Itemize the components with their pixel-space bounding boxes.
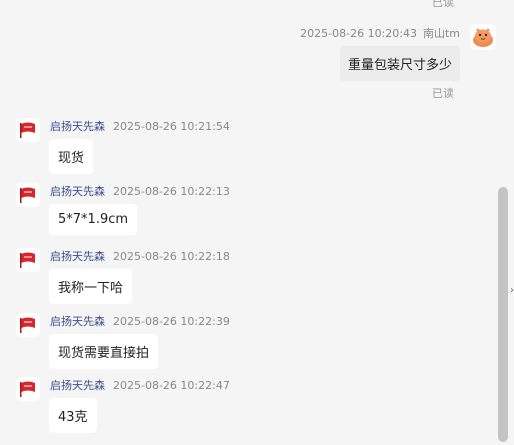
red-flag-logo-icon[interactable] bbox=[16, 118, 40, 142]
sender-name[interactable]: 启扬天先森 bbox=[50, 379, 105, 392]
sender-name[interactable]: 启扬天先森 bbox=[50, 315, 105, 328]
sender-name[interactable]: 启扬天先森 bbox=[50, 250, 105, 263]
red-flag-logo-icon[interactable] bbox=[16, 377, 40, 401]
outgoing-timestamp: 2025-08-26 10:20:43 bbox=[300, 27, 417, 40]
incoming-message-bubble[interactable]: 现货需要直接拍 bbox=[49, 334, 159, 369]
red-flag-logo-icon[interactable] bbox=[16, 313, 40, 337]
incoming-message-bubble[interactable]: 现货 bbox=[49, 139, 94, 174]
incoming-message-bubble[interactable]: 5*7*1.9cm bbox=[49, 204, 138, 235]
red-flag-logo-icon[interactable] bbox=[16, 248, 40, 272]
scrollbar[interactable] bbox=[498, 0, 508, 445]
incoming-message: 启扬天先森 2025-08-26 10:22:39 现货需要直接拍 bbox=[16, 313, 486, 373]
incoming-message-bubble[interactable]: 43克 bbox=[49, 398, 97, 433]
outgoing-meta: 2025-08-26 10:20:43 南山tm bbox=[300, 25, 460, 41]
incoming-message-bubble[interactable]: 我称一下哈 bbox=[49, 269, 133, 304]
incoming-message: 启扬天先森 2025-08-26 10:21:54 现货 bbox=[16, 118, 486, 178]
message-meta: 启扬天先森 2025-08-26 10:22:18 bbox=[50, 248, 230, 264]
message-timestamp: 2025-08-26 10:22:39 bbox=[113, 315, 230, 328]
incoming-message: 启扬天先森 2025-08-26 10:22:13 5*7*1.9cm bbox=[16, 183, 486, 243]
sender-name[interactable]: 启扬天先森 bbox=[50, 185, 105, 198]
message-meta: 启扬天先森 2025-08-26 10:22:13 bbox=[50, 183, 230, 199]
outgoing-sender: 南山tm bbox=[422, 27, 460, 40]
message-meta: 启扬天先森 2025-08-26 10:22:39 bbox=[50, 313, 230, 329]
red-flag-logo-icon[interactable] bbox=[16, 183, 40, 207]
scrollbar-thumb[interactable] bbox=[498, 187, 508, 442]
message-timestamp: 2025-08-26 10:22:18 bbox=[113, 250, 230, 263]
chevron-right-icon[interactable]: › bbox=[510, 285, 514, 296]
incoming-message: 启扬天先森 2025-08-26 10:22:47 43克 bbox=[16, 377, 486, 437]
message-meta: 启扬天先森 2025-08-26 10:21:54 bbox=[50, 118, 230, 134]
read-status-partial: 已读 bbox=[432, 0, 454, 9]
outgoing-message-bubble[interactable]: 重量包装尺寸多少 bbox=[339, 46, 460, 81]
read-status: 已读 bbox=[432, 87, 454, 100]
sender-name[interactable]: 启扬天先森 bbox=[50, 120, 105, 133]
message-timestamp: 2025-08-26 10:22:13 bbox=[113, 185, 230, 198]
message-meta: 启扬天先森 2025-08-26 10:22:47 bbox=[50, 377, 230, 393]
message-timestamp: 2025-08-26 10:21:54 bbox=[113, 120, 230, 133]
chat-window: 已读 2025-08-26 10:20:43 南山tm 重量包装尺寸多少 已读 启… bbox=[0, 0, 514, 445]
cartoon-avatar-icon[interactable] bbox=[470, 24, 496, 50]
incoming-message: 启扬天先森 2025-08-26 10:22:18 我称一下哈 bbox=[16, 248, 486, 308]
message-timestamp: 2025-08-26 10:22:47 bbox=[113, 379, 230, 392]
